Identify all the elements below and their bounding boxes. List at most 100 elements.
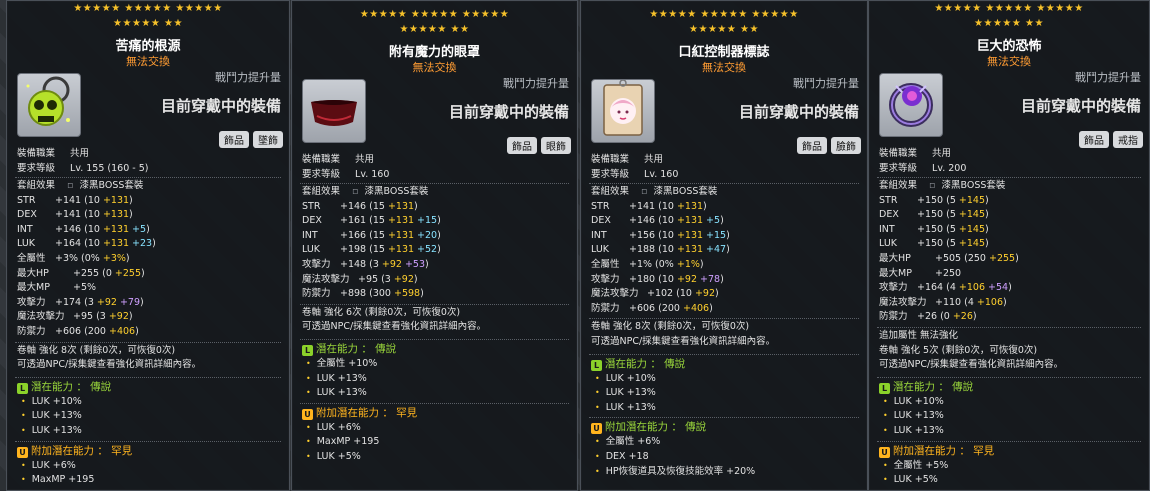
potential-line: LUK +13% [17,409,283,424]
stat-close: ) [984,238,989,250]
potential-title: L 潛在能力 ： 傳說 [17,379,283,395]
stat-row: INT +150 (5 +145) [879,223,1143,238]
stat-close: ) [128,311,133,323]
stat-total: +5% [73,282,97,294]
item-name: 苦痛的根源 [115,39,181,54]
divider [589,353,859,355]
stat-name: INT [302,229,318,241]
additional-potential-block: U附加潛在能力 ： 罕見LUK +6%MaxMP +195LUK +5% [302,405,571,465]
category-tag: 戒指 [1113,131,1143,148]
stat-close: ) [1002,296,1007,308]
stat-starforce: +106 [976,296,1003,308]
potential-line: LUK +13% [17,424,283,439]
lipstick-emblem-icon [598,80,648,142]
stat-total: +166 (15 [340,229,388,241]
category-tag: 臉飾 [831,137,861,154]
additional-potential-title: U 附加潛在能力 ： 罕見 [17,443,283,459]
item-name: 巨大的恐怖 [976,39,1042,54]
stat-name: LUK [302,244,321,256]
stat-total: +161 (15 [340,215,388,227]
stat-bonus: +15 [414,215,438,227]
stat-starforce: +131 [387,244,415,256]
power-increase-label: 戰鬥力提升量 [1075,71,1141,84]
stat-name: 最大MP [17,282,50,294]
stat-name: 攻擊力 [302,258,331,270]
stat-close: ) [437,244,441,256]
additional-potential-line: LUK +5% [302,450,571,465]
stat-name: INT [17,223,33,235]
stat-close: ) [146,223,150,235]
stats-block: 套組效果 ▫ 漆黑BOSS套裝 STR +146 (15 +131) DEX +161 (… [302,185,571,302]
stat-row: INT +146 (10 +131 +5) [17,223,283,238]
stat-starforce: +26 [952,311,973,323]
potential-title: L 潛在能力 ： 傳說 [302,341,571,357]
requirements: 裝備職業 共用 要求等級 Lv. 160 [302,153,571,182]
stat-starforce: +131 [102,194,130,206]
stat-close: ) [420,288,424,300]
legendary-badge-icon: L [302,345,313,356]
stat-total: +188 (10 [629,244,677,256]
enhance-hint: 可透過NPC/採集鍵查看強化資訊詳細內容。 [879,359,1064,371]
stat-bonus: +54 [984,282,1009,294]
stat-name: 攻擊力 [591,273,620,285]
divider [589,318,859,320]
set-name: 漆黑BOSS套裝 [79,180,144,191]
starforce-stars: ★★★★★ ★★★★★ ★★★★★ ★★★★★ ★★ [934,3,1084,29]
divider [300,303,569,305]
category-tag: 飾品 [507,137,537,154]
stat-starforce: +255 [114,267,141,279]
stats-block: 套組效果 ▫ 漆黑BOSS套裝 STR +150 (5 +145) DEX +150 (5… [879,179,1143,325]
stat-row: 攻擊力 +164 (4 +106 +54) [879,281,1143,296]
stat-name: 最大MP [879,267,912,279]
requirements: 裝備職業 共用 要求等級 Lv. 155 (160 - 5) [17,147,283,176]
item-tooltip-1: ★★★★★ ★★★★★ ★★★★★ ★★★★★ ★★ 苦痛的根源 無法交換 戰鬥力提升量… [6,0,290,491]
stat-name: 魔法攻擊力 [879,296,927,308]
stat-close: ) [984,209,989,221]
additional-badge-icon: U [591,423,602,435]
stat-row: 魔法攻擊力 +95 (3 +92) [302,273,571,288]
potential-block: L潛在能力 ： 傳說LUK +10%LUK +13%LUK +13% [879,379,1143,439]
scroll-info: 卷軸 強化 8次 (剩餘0次，可恢復0次) [591,321,750,333]
stat-total: +150 (5 [917,223,959,235]
job-label: 裝備職業 [591,154,630,165]
stat-name: DEX [879,209,899,221]
stat-starforce: +131 [676,244,704,256]
item-name: 口紅控制器標誌 [678,45,770,60]
skull-pendant-icon [20,74,78,136]
lock-icon: ▫ [641,186,648,197]
stat-name: 魔法攻擊力 [302,273,350,285]
stat-total: +174 (3 [55,296,97,308]
stat-starforce: +131 [387,215,415,227]
additional-potential-title: U 附加潛在能力 ： 傳說 [591,419,861,435]
potential-block: L潛在能力 ： 傳說LUK +10%LUK +13%LUK +13% [591,356,861,416]
potential-block: L潛在能力 ： 傳說LUK +10%LUK +13%LUK +13% [17,379,283,439]
stat-row: STR +150 (5 +145) [879,194,1143,209]
additional-potential-line: 全屬性 +6% [591,435,861,450]
stat-starforce: +92 [393,273,414,285]
stat-total: +150 (5 [917,238,959,250]
requirements: 裝備職業 共用 要求等級 Lv. 160 [591,153,861,182]
stats-block: 套組效果 ▫ 漆黑BOSS套裝 STR +141 (10 +131) DEX +146 (… [591,185,861,316]
job-label: 裝備職業 [879,148,918,159]
stat-bonus: +53 [401,258,426,270]
stat-name: 魔法攻擊力 [591,288,639,300]
stat-close: ) [129,209,133,221]
stat-total: +180 (10 [629,273,677,285]
stat-starforce: +145 [958,238,985,250]
divider [589,417,859,419]
stat-close: ) [129,194,133,206]
item-icon-frame [17,73,81,137]
category-tag: 飾品 [797,137,827,154]
job-label: 裝備職業 [302,154,341,165]
trade-status: 無法交換 [987,55,1031,68]
stat-bonus: +5 [129,223,147,235]
job-value: 共用 [932,148,952,159]
stat-total: +148 (3 [340,258,382,270]
stat-starforce: +131 [102,209,130,221]
legendary-badge-icon: L [591,359,602,371]
potential-line: LUK +10% [591,372,861,387]
divider [300,183,569,184]
set-name: 漆黑BOSS套裝 [941,180,1006,191]
potential-block: L潛在能力 ： 傳說全屬性 +10%LUK +13%LUK +13% [302,341,571,401]
stat-row: STR +141 (10 +131) [17,194,283,209]
